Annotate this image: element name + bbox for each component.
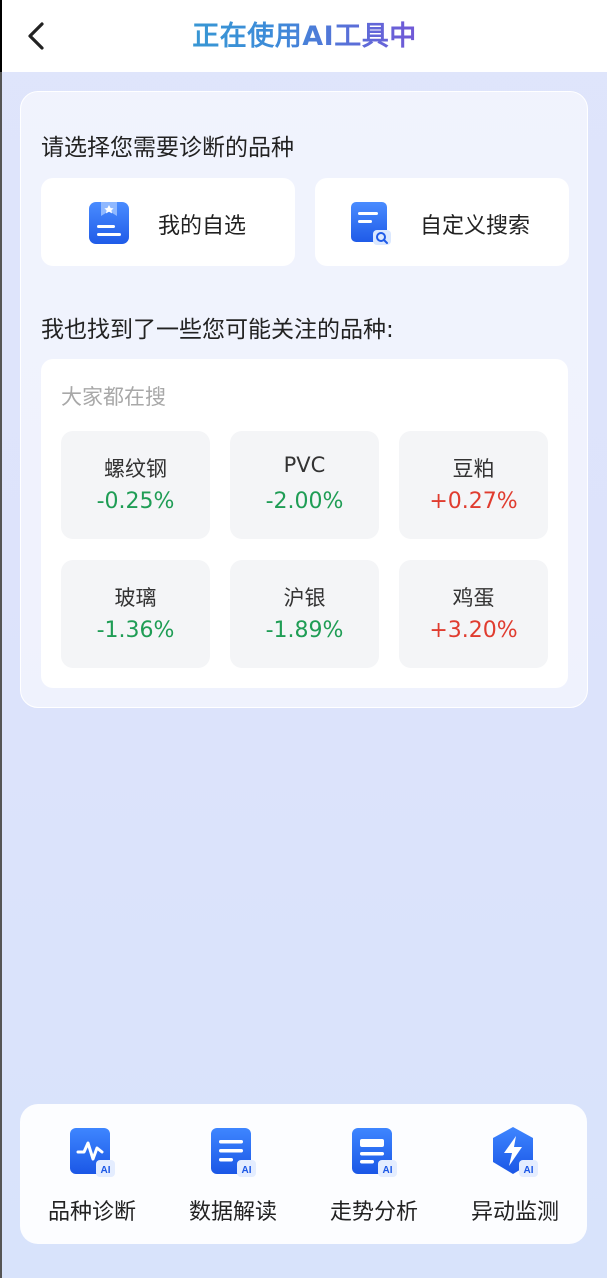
svg-text:AI: AI xyxy=(101,1165,111,1176)
variety-tile[interactable]: PVC -2.00% xyxy=(230,431,379,539)
ai-tools-bar: AI 品种诊断 AI 数据解读 AI 走势分析 AI 异动监测 xyxy=(20,1104,587,1244)
tool-label: 数据解读 xyxy=(188,1200,277,1225)
variety-name: 玻璃 xyxy=(114,586,157,610)
bookmark-doc-icon xyxy=(89,202,129,244)
svg-text:AI: AI xyxy=(242,1165,252,1176)
tool-label: 品种诊断 xyxy=(47,1200,136,1225)
document-ai-icon: AI xyxy=(211,1128,256,1177)
hot-search-title: 大家都在搜 xyxy=(61,385,166,409)
data-interpretation-tool[interactable]: AI 数据解读 xyxy=(163,1104,303,1244)
found-title: 我也找到了一些您可能关注的品种: xyxy=(41,317,394,343)
choose-title: 请选择您需要诊断的品种 xyxy=(41,135,294,161)
variety-tile[interactable]: 螺纹钢 -0.25% xyxy=(61,431,210,539)
my-watchlist-button[interactable]: 我的自选 xyxy=(41,178,295,266)
variety-change: -2.00% xyxy=(265,489,344,514)
search-doc-icon xyxy=(351,202,391,245)
variety-name: 豆粕 xyxy=(452,457,495,481)
svg-text:AI: AI xyxy=(383,1165,393,1176)
variety-tile[interactable]: 玻璃 -1.36% xyxy=(61,560,210,668)
diagnosis-card: 请选择您需要诊断的品种 我的自选 自定义搜索 我也找到了一些您可能关注的品种: … xyxy=(20,91,588,708)
variety-change: -1.36% xyxy=(96,618,175,643)
variety-change: +0.27% xyxy=(429,489,518,514)
my-watchlist-label: 我的自选 xyxy=(158,214,247,239)
card-ai-icon: AI xyxy=(352,1128,397,1177)
tool-label: 走势分析 xyxy=(329,1200,418,1225)
trend-analysis-tool[interactable]: AI 走势分析 xyxy=(304,1104,444,1244)
window-edge xyxy=(0,72,2,1278)
anomaly-monitoring-tool[interactable]: AI 异动监测 xyxy=(445,1104,585,1244)
custom-search-button[interactable]: 自定义搜索 xyxy=(315,178,569,266)
variety-name: 沪银 xyxy=(283,586,326,610)
variety-diagnosis-tool[interactable]: AI 品种诊断 xyxy=(22,1104,162,1244)
variety-name: 鸡蛋 xyxy=(452,586,495,610)
lightning-ai-icon: AI xyxy=(493,1127,538,1177)
page-title: 正在使用AI工具中 xyxy=(2,14,607,53)
variety-change: -0.25% xyxy=(96,489,175,514)
svg-text:AI: AI xyxy=(524,1165,534,1176)
top-bar: 正在使用AI工具中 xyxy=(0,0,607,72)
variety-name: PVC xyxy=(283,453,326,477)
variety-tile[interactable]: 鸡蛋 +3.20% xyxy=(399,560,548,668)
variety-tile[interactable]: 沪银 -1.89% xyxy=(230,560,379,668)
variety-name: 螺纹钢 xyxy=(104,457,167,481)
hot-search-panel: 大家都在搜 螺纹钢 -0.25% PVC -2.00% 豆粕 +0.27% 玻璃… xyxy=(41,359,568,688)
custom-search-label: 自定义搜索 xyxy=(420,214,531,239)
pulse-ai-icon: AI xyxy=(70,1128,115,1177)
variety-change: +3.20% xyxy=(429,618,518,643)
variety-tile[interactable]: 豆粕 +0.27% xyxy=(399,431,548,539)
tool-label: 异动监测 xyxy=(470,1200,559,1225)
variety-change: -1.89% xyxy=(265,618,344,643)
